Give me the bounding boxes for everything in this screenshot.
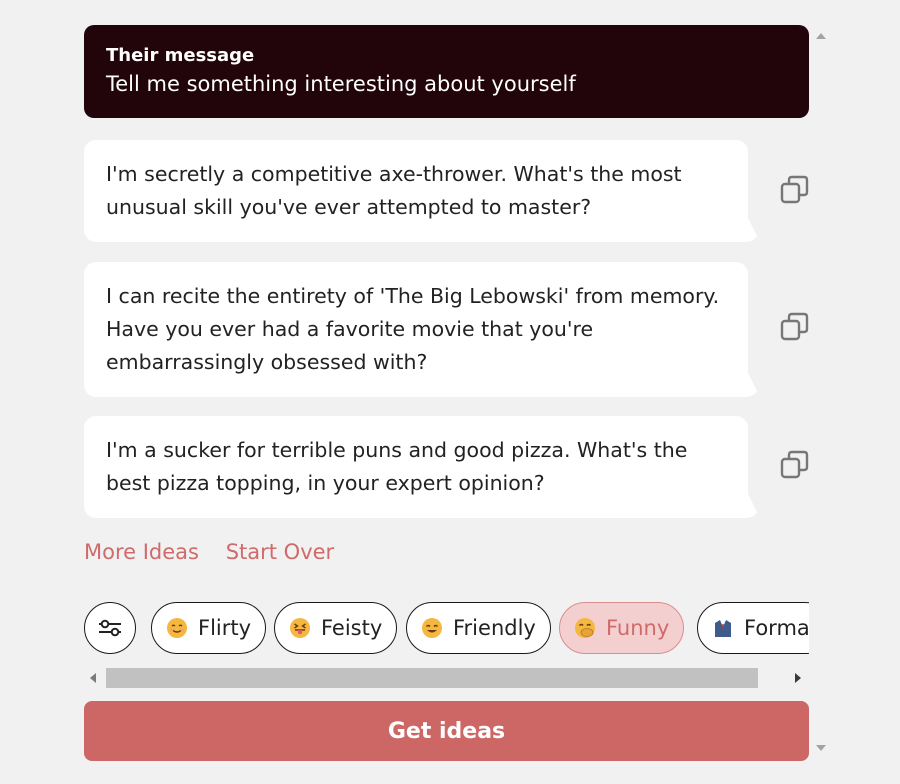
tone-chip-label: Funny	[606, 616, 670, 640]
tone-chip-label: Flirty	[198, 616, 252, 640]
get-ideas-label: Get ideas	[387, 718, 506, 744]
suggestion-text: I'm secretly a competitive axe-thrower. …	[106, 162, 682, 219]
scroll-left-arrow-icon[interactable]	[90, 673, 96, 683]
get-ideas-button[interactable]: Get ideas	[84, 701, 809, 761]
horizontal-scrollbar[interactable]	[84, 668, 809, 688]
suit-emoji	[715, 620, 731, 637]
scroll-up-arrow-icon[interactable]	[816, 33, 826, 39]
their-message-text: Tell me something interesting about your…	[106, 72, 576, 96]
suggestion-text: I'm a sucker for terrible puns and good …	[106, 438, 688, 495]
smiling-eyes-emoji	[422, 618, 442, 638]
more-ideas-link[interactable]: More Ideas	[84, 540, 199, 564]
tone-chip-formal[interactable]: Formal	[697, 602, 809, 654]
suggestion-card: I can recite the entirety of 'The Big Le…	[84, 262, 748, 397]
filter-button[interactable]	[84, 602, 136, 654]
copy-icon[interactable]	[780, 175, 810, 205]
copy-icon[interactable]	[780, 450, 810, 480]
suggestion-card: I'm secretly a competitive axe-thrower. …	[84, 140, 748, 242]
copy-icon[interactable]	[780, 312, 810, 342]
tone-chip-label: Feisty	[321, 616, 383, 640]
winking-tongue-emoji	[290, 618, 310, 638]
suggestion-text: I can recite the entirety of 'The Big Le…	[106, 284, 720, 374]
sliders-icon	[99, 619, 121, 637]
scroll-down-arrow-icon[interactable]	[816, 745, 826, 751]
tone-chip-funny[interactable]: Funny	[559, 602, 685, 654]
action-links: More Ideas Start Over	[84, 540, 354, 564]
tone-chip-feisty[interactable]: Feisty	[274, 602, 398, 654]
tone-chip-flirty[interactable]: Flirty	[151, 602, 267, 654]
their-message-label: Their message	[106, 45, 255, 66]
smiling-face-emoji	[167, 618, 187, 638]
page: Their message Tell me something interest…	[0, 0, 900, 784]
their-message-card: Their message Tell me something interest…	[84, 25, 809, 118]
tone-chip-row: Flirty Feisty Friendly Funny Formal	[84, 602, 809, 658]
tone-chip-label: Friendly	[453, 616, 536, 640]
hand-over-mouth-emoji	[575, 618, 595, 638]
tone-chip-friendly[interactable]: Friendly	[406, 602, 551, 654]
suggestion-card: I'm a sucker for terrible puns and good …	[84, 416, 748, 518]
scrollbar-thumb[interactable]	[106, 668, 758, 688]
start-over-link[interactable]: Start Over	[226, 540, 335, 564]
tone-chip-label: Formal	[744, 616, 809, 640]
scroll-right-arrow-icon[interactable]	[795, 673, 801, 683]
